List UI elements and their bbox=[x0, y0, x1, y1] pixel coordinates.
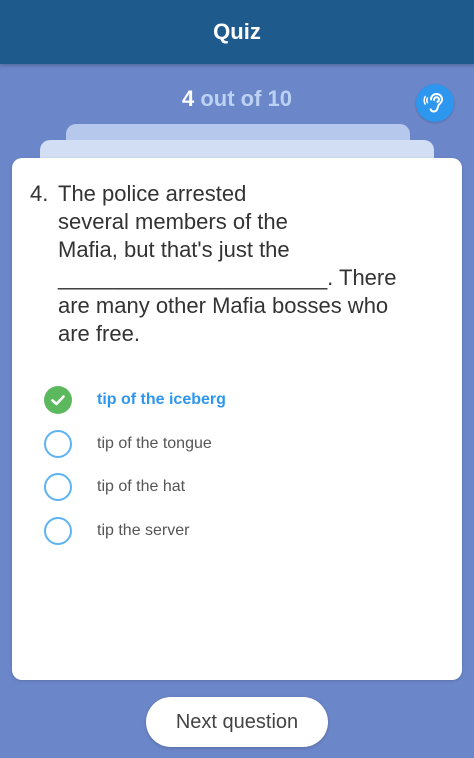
next-question-button[interactable]: Next question bbox=[146, 697, 328, 747]
question-number: 4. bbox=[30, 181, 49, 206]
progress-row: 4 out of 10 bbox=[0, 82, 474, 122]
ear-icon bbox=[423, 92, 444, 113]
radio-button[interactable] bbox=[44, 429, 72, 458]
radio-button[interactable] bbox=[44, 516, 72, 545]
question-card: 4. The police arrested several members o… bbox=[12, 158, 462, 680]
answer-options: tip of the iceberg tip of the tongue tip… bbox=[44, 384, 444, 558]
check-icon bbox=[51, 395, 65, 406]
progress-current: 4 bbox=[181, 86, 195, 111]
progress-indicator: 4 out of 10 bbox=[0, 86, 474, 112]
answer-option[interactable]: tip the server bbox=[44, 515, 444, 547]
answer-option[interactable]: tip of the tongue bbox=[44, 428, 444, 460]
radio-button[interactable] bbox=[44, 473, 72, 501]
app-bar: Quiz bbox=[0, 0, 474, 64]
radio-selected[interactable] bbox=[44, 386, 72, 414]
answer-option-label: tip of the tongue bbox=[97, 434, 212, 452]
answer-option-label: tip the server bbox=[97, 521, 190, 539]
question-text: The police arrested several members of t… bbox=[58, 181, 397, 346]
listen-button[interactable] bbox=[416, 84, 454, 122]
answer-option[interactable]: tip of the hat bbox=[44, 471, 444, 503]
answer-option-label: tip of the hat bbox=[97, 478, 186, 495]
question: 4. The police arrested several members o… bbox=[30, 180, 446, 348]
answer-option[interactable]: tip of the iceberg bbox=[44, 384, 444, 416]
answer-option-label: tip of the iceberg bbox=[97, 391, 226, 408]
app-title: Quiz bbox=[213, 19, 261, 44]
progress-suffix: out of 10 bbox=[200, 86, 293, 111]
